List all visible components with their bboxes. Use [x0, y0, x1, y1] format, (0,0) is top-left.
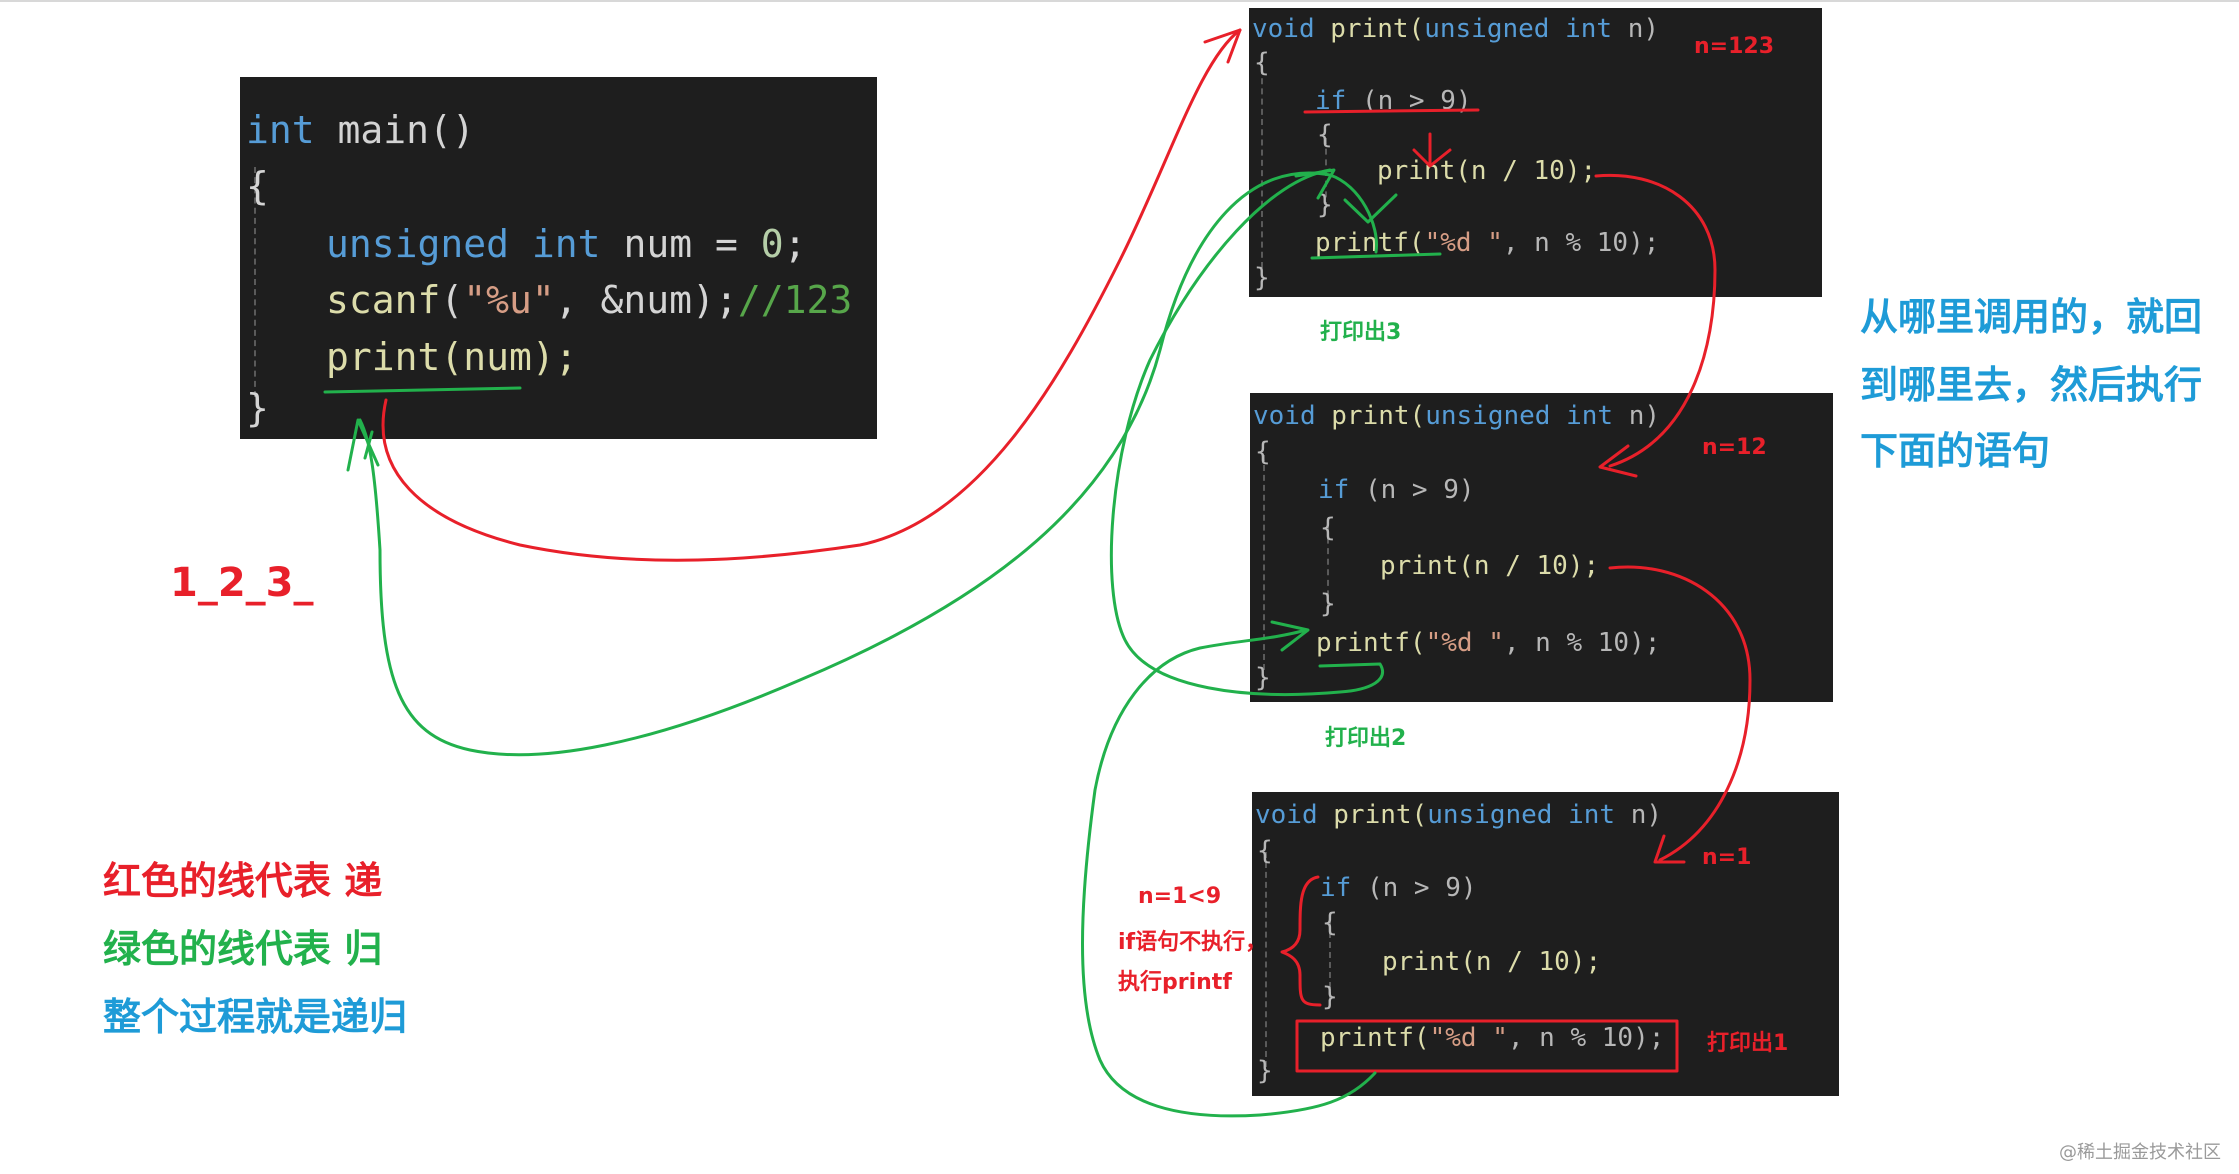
- condition-note-line1: n=1<9: [1138, 884, 1222, 909]
- output-label: 1_2_3_: [170, 560, 314, 606]
- watermark: @稀土掘金技术社区: [2059, 1142, 2221, 1163]
- red-call-arrow-main-to-panel1: [381, 28, 1242, 562]
- red-call-arrow-panel1-to-panel2: [1594, 173, 1717, 468]
- return-note-line2: 到哪里去，然后执行: [1860, 363, 2203, 407]
- green-underline-printf-panel1: [1310, 252, 1442, 260]
- red-down-arrow-panel1: [1412, 132, 1452, 168]
- red-box-printf: [1295, 1019, 1679, 1073]
- green-return-arrow-panel3-to-panel2: [1081, 628, 1377, 1118]
- return-note-line1: 从哪里调用的，就回: [1860, 295, 2203, 339]
- return-note-line3: 下面的语句: [1860, 429, 2051, 473]
- legend-red: 红色的线代表 递: [103, 859, 383, 903]
- n123-label: n=123: [1694, 34, 1775, 59]
- green-underline-main-print: [323, 386, 522, 394]
- red-underline-if: [1303, 108, 1480, 114]
- legend-green: 绿色的线代表 归: [103, 927, 383, 971]
- red-call-arrow-panel2-to-panel3: [1608, 565, 1752, 862]
- print1-label: 打印出1: [1707, 1031, 1789, 1056]
- green-return-arrow-panel1-to-main: [358, 171, 1379, 757]
- red-brace-if-block: [1280, 875, 1322, 1007]
- print2-label: 打印出2: [1325, 726, 1407, 751]
- n12-label: n=12: [1702, 435, 1767, 460]
- legend-blue: 整个过程就是递归: [103, 995, 408, 1039]
- condition-note-line3: 执行printf: [1118, 970, 1232, 995]
- n1-label: n=1: [1702, 845, 1752, 870]
- red-arrowhead-panel2: [1598, 444, 1638, 478]
- green-underline-printf-panel2: [1109, 168, 1384, 696]
- condition-note-line2: if语句不执行，: [1118, 930, 1268, 955]
- print3-label: 打印出3: [1320, 320, 1402, 345]
